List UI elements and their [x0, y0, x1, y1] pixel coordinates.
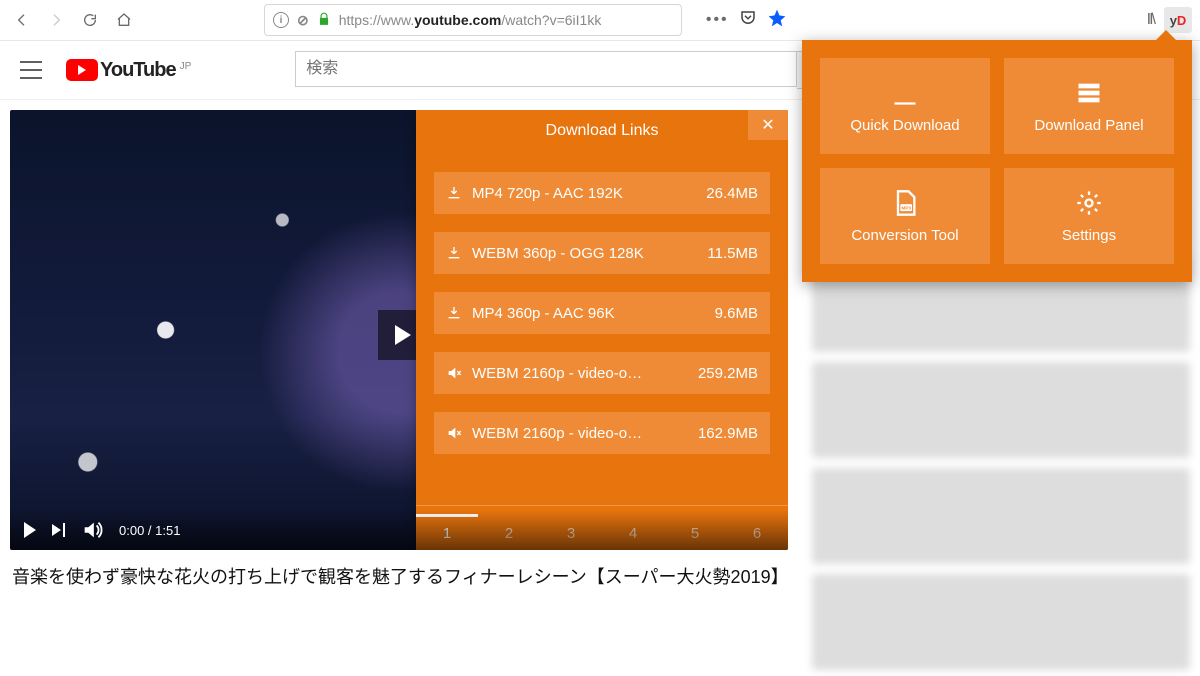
download-format-label: WEBM 2160p - video-o…	[472, 425, 688, 442]
download-format-label: WEBM 2160p - video-o…	[472, 365, 688, 382]
ext-tile-label: Conversion Tool	[851, 227, 958, 244]
download-option[interactable]: MP4 360p - AAC 96K 9.6MB	[434, 292, 770, 334]
youtube-brand-text: YouTube	[100, 59, 176, 82]
extension-popup: Quick Download Download Panel MP3 Conversio…	[802, 40, 1192, 282]
ext-tile-label: Settings	[1062, 227, 1116, 244]
download-option[interactable]: MP4 720p - AAC 192K 26.4MB	[434, 172, 770, 214]
search-input[interactable]	[295, 51, 797, 87]
related-video-thumb[interactable]	[812, 468, 1190, 564]
youtube-play-icon	[66, 59, 98, 81]
volume-icon[interactable]	[81, 519, 103, 541]
address-bar[interactable]: i ⊘ https://www.youtube.com/watch?v=6iI1…	[264, 4, 682, 36]
download-format-label: MP4 720p - AAC 192K	[472, 185, 696, 202]
url-text: https://www.youtube.com/watch?v=6iI1kk	[339, 12, 602, 28]
download-size: 162.9MB	[698, 425, 758, 442]
related-video-thumb[interactable]	[812, 574, 1190, 670]
info-icon: i	[273, 12, 289, 28]
ext-tile-conversion-tool[interactable]: MP3 Conversion Tool	[820, 168, 990, 264]
play-icon[interactable]	[24, 522, 36, 538]
download-size: 259.2MB	[698, 365, 758, 382]
menu-icon[interactable]	[20, 61, 42, 79]
close-icon[interactable]: ✕	[748, 110, 788, 140]
next-icon[interactable]	[52, 523, 65, 537]
ext-tile-settings[interactable]: Settings	[1004, 168, 1174, 264]
player-controls: 0:00 / 1:51	[10, 510, 788, 550]
forward-button[interactable]	[42, 6, 70, 34]
download-option[interactable]: WEBM 2160p - video-o… 259.2MB	[434, 352, 770, 394]
reload-button[interactable]	[76, 6, 104, 34]
download-size: 9.6MB	[715, 305, 758, 322]
svg-text:MP3: MP3	[901, 205, 911, 210]
download-option[interactable]: WEBM 360p - OGG 128K 11.5MB	[434, 232, 770, 274]
download-size: 26.4MB	[706, 185, 758, 202]
ext-tile-label: Download Panel	[1034, 117, 1143, 134]
more-icon[interactable]: •••	[706, 11, 729, 29]
download-size: 11.5MB	[707, 245, 758, 262]
browser-toolbar: i ⊘ https://www.youtube.com/watch?v=6iI1…	[0, 0, 1200, 41]
download-links-panel: Download Links ✕ MP4 720p - AAC 192K 26.4…	[416, 110, 788, 550]
download-option[interactable]: WEBM 2160p - video-o… 162.9MB	[434, 412, 770, 454]
youtube-logo[interactable]: YouTube JP	[66, 59, 191, 82]
bookmark-star-icon[interactable]	[767, 8, 787, 33]
download-format-label: WEBM 360p - OGG 128K	[472, 245, 697, 262]
ext-tile-download-panel[interactable]: Download Panel	[1004, 58, 1174, 154]
download-format-label: MP4 360p - AAC 96K	[472, 305, 705, 322]
tracking-icon: ⊘	[297, 12, 309, 29]
video-player[interactable]: Download Links ✕ MP4 720p - AAC 192K 26.4…	[10, 110, 788, 550]
lock-icon	[317, 12, 331, 29]
video-title: 音楽を使わず豪快な花火の打ち上げで観客を魅了するフィナーレシーン【スーパー大火勢…	[12, 564, 782, 591]
download-panel-title: Download Links	[546, 122, 659, 140]
youtube-region: JP	[180, 61, 192, 72]
related-video-thumb[interactable]	[812, 362, 1190, 458]
library-icon[interactable]: II\	[1147, 11, 1154, 29]
playback-time: 0:00 / 1:51	[119, 523, 180, 538]
ext-tile-label: Quick Download	[850, 117, 959, 134]
home-button[interactable]	[110, 6, 138, 34]
ext-tile-quick-download[interactable]: Quick Download	[820, 58, 990, 154]
back-button[interactable]	[8, 6, 36, 34]
pocket-icon[interactable]	[739, 9, 757, 32]
